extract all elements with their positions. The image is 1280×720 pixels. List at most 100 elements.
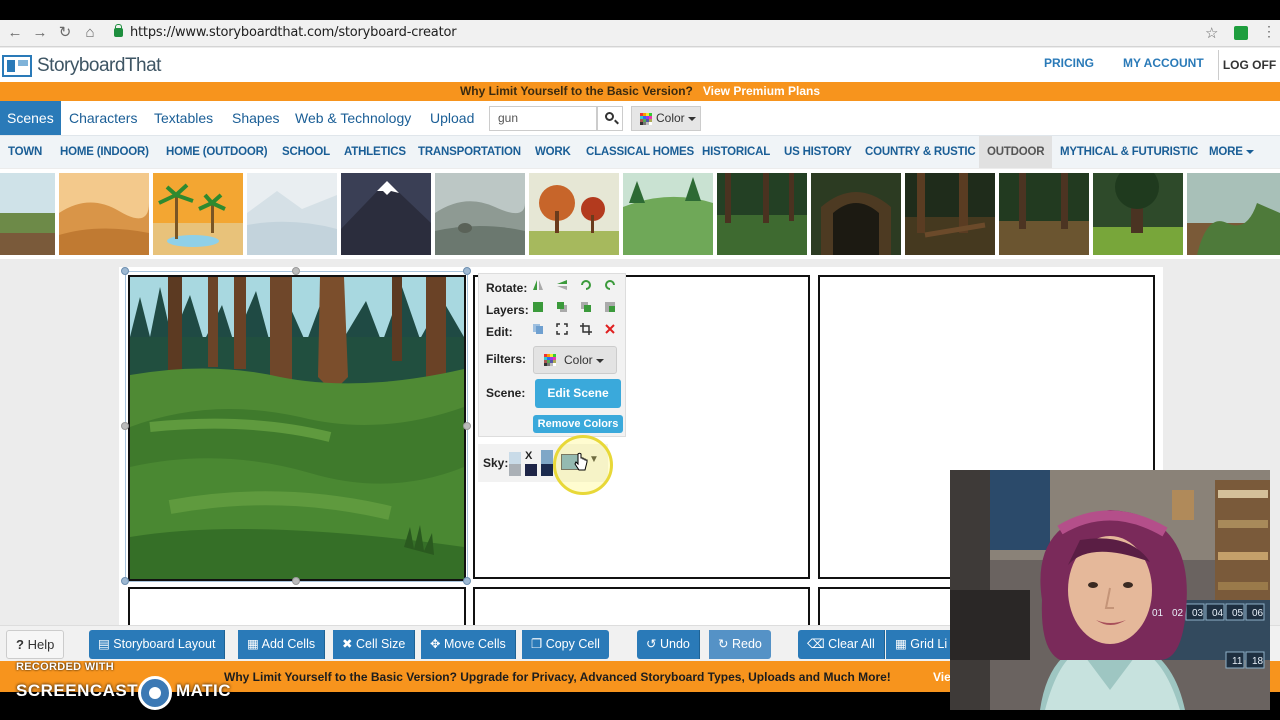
flip-vertical-icon[interactable] — [556, 279, 568, 291]
category-athletics[interactable]: ATHLETICS — [336, 136, 414, 168]
scene-thumb-forest-5[interactable] — [1187, 173, 1280, 255]
color-grid-icon — [544, 354, 556, 366]
home-icon[interactable]: ⌂ — [81, 24, 99, 42]
storyboard-cell-5[interactable] — [473, 587, 810, 627]
category-work[interactable]: WORK — [527, 136, 579, 168]
sky-swatch[interactable] — [525, 464, 537, 476]
storyboard-cell-1[interactable] — [128, 275, 466, 581]
resize-handle[interactable] — [292, 267, 300, 275]
bring-forward-icon[interactable] — [556, 301, 568, 313]
sky-swatch[interactable] — [509, 464, 521, 476]
sky-label: Sky: — [483, 456, 509, 470]
resize-handle[interactable] — [463, 267, 471, 275]
scene-thumb-cave[interactable] — [811, 173, 901, 255]
send-to-back-icon[interactable] — [604, 301, 616, 313]
resize-handle[interactable] — [463, 422, 471, 430]
category-home-outdoor[interactable]: HOME (OUTDOOR) — [158, 136, 275, 168]
log-off-button[interactable]: LOG OFF — [1218, 50, 1280, 80]
filter-color-dropdown[interactable]: Color — [533, 346, 617, 374]
category-more[interactable]: MORE — [1201, 136, 1262, 168]
search-input[interactable]: gun — [489, 106, 597, 131]
scene-thumb-forest-1[interactable] — [717, 173, 807, 255]
rotate-left-icon[interactable] — [580, 279, 592, 291]
reload-icon[interactable]: ↻ — [56, 24, 74, 42]
tab-scenes[interactable]: Scenes — [0, 101, 61, 135]
edit-scene-button[interactable]: Edit Scene — [535, 379, 621, 408]
storyboard-layout-button[interactable]: ▤ Storyboard Layout — [89, 630, 226, 659]
scene-thumb-forest-4[interactable] — [1093, 173, 1183, 255]
forest-scene-image[interactable] — [130, 277, 464, 579]
bring-to-front-icon[interactable] — [532, 301, 544, 313]
pricing-link[interactable]: PRICING — [1044, 56, 1094, 70]
back-arrow-icon[interactable]: ← — [6, 24, 24, 42]
category-outdoor[interactable]: OUTDOOR — [979, 136, 1053, 168]
undo-button[interactable]: ↺ Undo — [637, 630, 700, 659]
clear-all-button[interactable]: ⌫ Clear All — [798, 630, 885, 659]
logo-icon[interactable] — [2, 55, 32, 77]
scene-thumb-plains[interactable] — [0, 173, 55, 255]
category-mythical-futuristic[interactable]: MYTHICAL & FUTURISTIC — [1052, 136, 1206, 168]
delete-icon[interactable] — [604, 323, 616, 335]
browser-menu-icon[interactable]: ⋮ — [1262, 23, 1276, 40]
tab-characters[interactable]: Characters — [62, 101, 144, 135]
category-us-history[interactable]: US HISTORY — [776, 136, 860, 168]
sky-swatch[interactable] — [509, 452, 521, 464]
category-transportation[interactable]: TRANSPORTATION — [410, 136, 529, 168]
resize-handle[interactable] — [292, 577, 300, 585]
scene-thumb-hills[interactable] — [435, 173, 525, 255]
tab-web-technology[interactable]: Web & Technology — [288, 101, 418, 135]
category-country-rustic[interactable]: COUNTRY & RUSTIC — [857, 136, 984, 168]
scene-thumb-meadow[interactable] — [623, 173, 713, 255]
category-classical-homes[interactable]: CLASSICAL HOMES — [578, 136, 702, 168]
sky-swatch[interactable] — [541, 464, 553, 476]
scene-thumb-forest-3[interactable] — [999, 173, 1089, 255]
library-tabs: Scenes Characters Textables Shapes Web &… — [0, 101, 1280, 135]
hand-cursor-icon — [574, 452, 588, 471]
address-bar[interactable]: https://www.storyboardthat.com/storyboar… — [130, 25, 457, 40]
cell-size-button[interactable]: ✖ Cell Size — [333, 630, 416, 659]
tab-shapes[interactable]: Shapes — [225, 101, 286, 135]
scene-thumb-autumn[interactable] — [529, 173, 619, 255]
category-school[interactable]: SCHOOL — [274, 136, 338, 168]
scene-thumb-snow[interactable] — [247, 173, 337, 255]
tab-upload[interactable]: Upload — [423, 101, 481, 135]
crop-icon[interactable] — [580, 323, 592, 335]
flip-horizontal-icon[interactable] — [532, 279, 544, 291]
resize-handle[interactable] — [463, 577, 471, 585]
scene-thumb-forest-2[interactable] — [905, 173, 995, 255]
tab-textables[interactable]: Textables — [147, 101, 220, 135]
scene-thumb-desert[interactable] — [59, 173, 149, 255]
storyboard-cell-4[interactable] — [128, 587, 466, 627]
send-backward-icon[interactable] — [580, 301, 592, 313]
help-button[interactable]: ? Help — [6, 630, 65, 659]
add-cells-button[interactable]: ▦ Add Cells — [238, 630, 326, 659]
caret-down-icon — [595, 358, 604, 363]
category-historical[interactable]: HISTORICAL — [694, 136, 778, 168]
resize-handle[interactable] — [121, 422, 129, 430]
forward-arrow-icon[interactable]: → — [31, 24, 49, 42]
rotate-right-icon[interactable] — [604, 279, 616, 291]
logo-text[interactable]: StoryboardThat — [37, 55, 161, 77]
category-home-indoor[interactable]: HOME (INDOOR) — [52, 136, 157, 168]
copy-icon[interactable] — [532, 323, 544, 335]
sky-swatch[interactable] — [541, 450, 553, 464]
redo-button[interactable]: ↻ Redo — [709, 630, 771, 659]
scene-thumb-mountain[interactable] — [341, 173, 431, 255]
color-filter-dropdown[interactable]: Color — [631, 106, 701, 131]
grid-lines-button[interactable]: ▦ Grid Li — [886, 630, 958, 659]
resize-handle[interactable] — [121, 577, 129, 585]
promo-bottom-link[interactable]: Vie — [933, 670, 951, 684]
sky-none-swatch[interactable]: X — [525, 450, 532, 462]
scene-thumb-oasis[interactable] — [153, 173, 243, 255]
view-premium-link[interactable]: View Premium Plans — [703, 84, 820, 98]
extension-icon[interactable] — [1234, 26, 1248, 40]
my-account-link[interactable]: MY ACCOUNT — [1123, 56, 1204, 70]
resize-handle[interactable] — [121, 267, 129, 275]
bookmark-star-icon[interactable]: ☆ — [1205, 24, 1218, 42]
fullscreen-icon[interactable] — [556, 323, 568, 335]
search-button[interactable] — [597, 106, 623, 131]
copy-cell-button[interactable]: ❐ Copy Cell — [522, 630, 609, 659]
category-town[interactable]: TOWN — [0, 136, 50, 168]
remove-colors-button[interactable]: Remove Colors — [533, 415, 623, 433]
move-cells-button[interactable]: ✥ Move Cells — [421, 630, 516, 659]
